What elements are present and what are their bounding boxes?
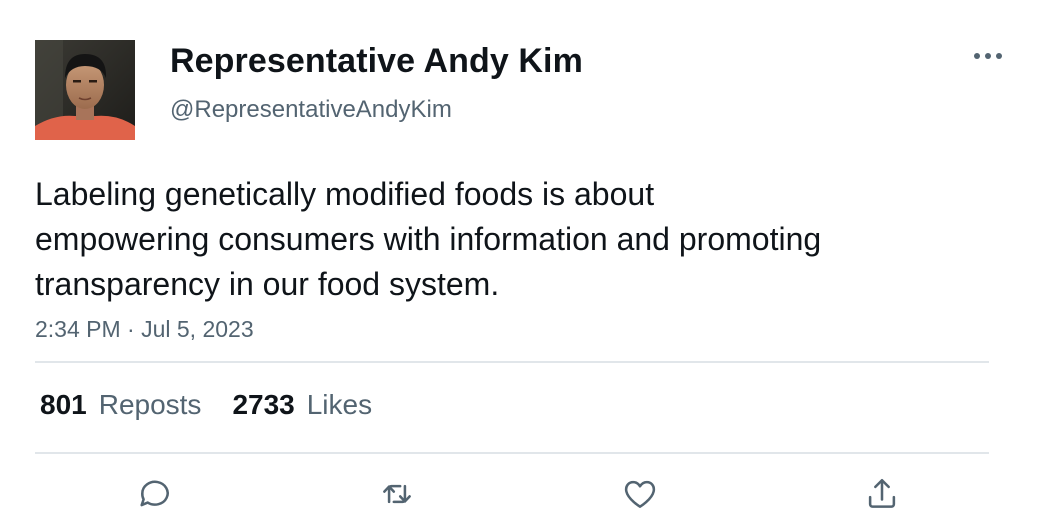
divider-top [35,361,989,363]
share-icon [868,478,896,508]
likes-label: Likes [306,389,373,420]
more-options-button[interactable] [968,40,1008,72]
reposts-stat[interactable]: 801 Reposts [40,389,201,421]
reposts-label: Reposts [98,389,202,420]
author-name[interactable]: Representative Andy Kim [170,42,583,81]
like-button[interactable] [616,470,664,518]
more-dots-icon [974,53,1002,59]
avatar[interactable] [35,40,135,140]
share-button[interactable] [858,470,906,518]
likes-count: 2733 [232,389,295,420]
reposts-count: 801 [40,389,87,420]
repost-icon [383,484,411,504]
heart-icon [624,480,656,508]
author-handle[interactable]: @RepresentativeAndyKim [170,96,452,124]
reply-icon [140,480,169,507]
likes-stat[interactable]: 2733 Likes [232,389,372,421]
tweet-timestamp[interactable]: 2:34 PM · Jul 5, 2023 [35,316,254,343]
reply-button[interactable] [131,470,179,518]
tweet-text: Labeling genetically modified foods is a… [35,176,822,302]
divider-bottom [35,452,989,454]
engagement-stats: 801 Reposts 2733 Likes [40,385,403,425]
repost-button[interactable] [373,470,421,518]
avatar-photo [35,40,135,140]
action-bar [0,470,1050,520]
